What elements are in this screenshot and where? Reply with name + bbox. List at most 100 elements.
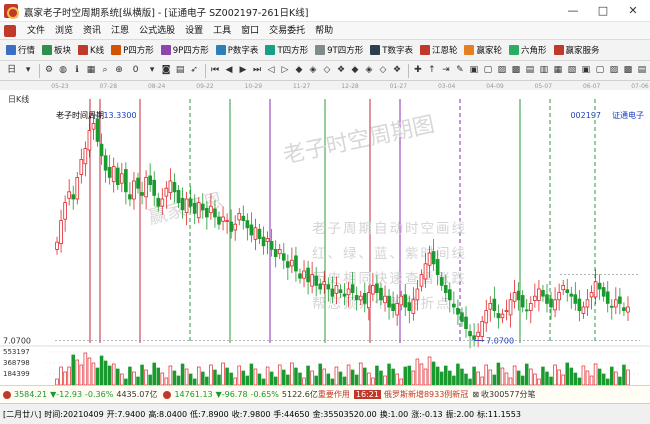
diamond-icon[interactable]: ◇ bbox=[321, 63, 333, 78]
diamond-icon[interactable]: ❖ bbox=[391, 63, 403, 78]
diamond-icon[interactable]: ◈ bbox=[307, 63, 319, 78]
forward-icon[interactable]: ⇥ bbox=[440, 63, 452, 78]
zoom-in-icon[interactable]: ⊕ bbox=[113, 63, 125, 78]
square-icon[interactable]: ▣ bbox=[580, 63, 592, 78]
toolbar-button-2[interactable]: K线 bbox=[75, 42, 107, 59]
minimize-button[interactable]: — bbox=[558, 2, 588, 20]
volume-bar bbox=[302, 377, 306, 386]
toolbar-button-4[interactable]: 9P四方形 bbox=[158, 42, 212, 59]
menu-gann[interactable]: 江恩 bbox=[106, 22, 134, 40]
candle-body bbox=[200, 203, 205, 211]
candle-body bbox=[253, 227, 258, 240]
gear-icon[interactable]: ⚙ bbox=[43, 63, 55, 78]
square-icon[interactable]: ▨ bbox=[496, 63, 508, 78]
menu-tools[interactable]: 工具 bbox=[208, 22, 236, 40]
zero-selector[interactable]: 0 bbox=[127, 63, 144, 78]
right-arrow-icon[interactable]: ▷ bbox=[279, 63, 291, 78]
dropdown-arrow-icon[interactable]: ▾ bbox=[146, 63, 158, 78]
toolbar-button-10[interactable]: 赢家轮 bbox=[461, 42, 505, 59]
toolbar-button-12[interactable]: 赢家服务 bbox=[551, 42, 603, 59]
camera-icon[interactable]: ◙ bbox=[160, 63, 172, 78]
square-icon[interactable]: ▦ bbox=[552, 63, 564, 78]
diamond-icon[interactable]: ◆ bbox=[293, 63, 305, 78]
toolbar-button-1[interactable]: 板块 bbox=[39, 42, 74, 59]
candle-body bbox=[541, 290, 545, 297]
menu-trade[interactable]: 交易委托 bbox=[264, 22, 310, 40]
volume-bar bbox=[516, 370, 521, 386]
date-tick-label: 06-07 bbox=[583, 83, 601, 90]
pen-icon[interactable]: ✎ bbox=[454, 63, 466, 78]
menu-news[interactable]: 资讯 bbox=[78, 22, 106, 40]
volume-bar bbox=[160, 372, 165, 386]
square-icon[interactable]: ▢ bbox=[594, 63, 606, 78]
toolbar-button-6[interactable]: T四方形 bbox=[262, 42, 311, 59]
news-ticker[interactable]: 俄罗斯新增8933例新冠 bbox=[384, 389, 468, 400]
up-arrow-icon[interactable]: ↑ bbox=[426, 63, 438, 78]
toolbar-button-label: T四方形 bbox=[277, 46, 309, 56]
arrow-icon[interactable]: ➶ bbox=[188, 63, 200, 78]
volume-bar bbox=[411, 370, 416, 386]
toolbar-button-label: 六角形 bbox=[520, 46, 547, 56]
volume-bar bbox=[184, 368, 189, 386]
diamond-icon[interactable]: ◇ bbox=[377, 63, 389, 78]
square-icon[interactable]: ▨ bbox=[608, 63, 620, 78]
menu-settings[interactable]: 设置 bbox=[180, 22, 208, 40]
last-icon[interactable]: ⏭ bbox=[251, 63, 263, 78]
crosshair-icon[interactable]: ✚ bbox=[412, 63, 424, 78]
diamond-icon[interactable]: ◈ bbox=[363, 63, 375, 78]
toolbar-button-11[interactable]: 六角形 bbox=[506, 42, 550, 59]
menu-file[interactable]: 文件 bbox=[22, 22, 50, 40]
info-icon[interactable]: ℹ bbox=[71, 63, 83, 78]
volume-bar bbox=[561, 374, 565, 386]
toolbar-button-0[interactable]: 行情 bbox=[3, 42, 38, 59]
volume-bar bbox=[395, 373, 399, 386]
forward-icon[interactable]: ▶ bbox=[237, 63, 249, 78]
candle-body bbox=[180, 197, 185, 211]
square-icon[interactable]: ▢ bbox=[482, 63, 494, 78]
diamond-icon[interactable]: ◆ bbox=[349, 63, 361, 78]
back-icon[interactable]: ◀ bbox=[223, 63, 235, 78]
toolbar-button-8[interactable]: T数字表 bbox=[367, 42, 416, 59]
date-tick-label: 11-27 bbox=[293, 83, 311, 90]
candle-body bbox=[452, 303, 456, 308]
toolbar-button-3[interactable]: P四方形 bbox=[108, 42, 157, 59]
candle-body bbox=[302, 270, 306, 279]
square-icon[interactable]: ▤ bbox=[636, 63, 648, 78]
close-button[interactable]: ✕ bbox=[618, 2, 648, 20]
candle-body bbox=[383, 295, 387, 304]
chart-icon[interactable]: ▤ bbox=[174, 63, 186, 78]
menu-browse[interactable]: 浏览 bbox=[50, 22, 78, 40]
chart-area[interactable]: 05-23 07-28 08-24 09-22 10-29 11-27 12-28 01-27… bbox=[0, 81, 650, 386]
square-icon[interactable]: ▩ bbox=[622, 63, 634, 78]
toolbar-button-7[interactable]: 9T四方形 bbox=[312, 42, 366, 59]
period-selector[interactable]: 日 bbox=[3, 63, 20, 78]
square-icon[interactable]: ▧ bbox=[566, 63, 578, 78]
kline-chart[interactable]: 05-23 07-28 08-24 09-22 10-29 11-27 12-28 01-27… bbox=[0, 81, 650, 386]
first-icon[interactable]: ⏮ bbox=[209, 63, 221, 78]
maximize-button[interactable]: □ bbox=[588, 2, 618, 20]
menu-bar: 文件 浏览 资讯 江恩 公式选股 设置 工具 窗口 交易委托 帮助 bbox=[0, 22, 650, 40]
menu-window[interactable]: 窗口 bbox=[236, 22, 264, 40]
toolbar-button-5[interactable]: P数字表 bbox=[213, 42, 262, 59]
toolbar-button-9[interactable]: 江恩轮 bbox=[417, 42, 461, 59]
square-icon[interactable]: ▣ bbox=[468, 63, 480, 78]
volume-bar bbox=[241, 370, 246, 386]
search-icon[interactable]: ⌕ bbox=[99, 63, 111, 78]
volume-bar bbox=[545, 371, 549, 386]
square-icon[interactable]: ▥ bbox=[538, 63, 550, 78]
square-icon[interactable]: ▩ bbox=[510, 63, 522, 78]
grid-icon[interactable]: ▦ bbox=[85, 63, 97, 78]
menu-formula[interactable]: 公式选股 bbox=[134, 22, 180, 40]
volume-bar bbox=[500, 367, 505, 386]
important-tag[interactable]: 重要作用 bbox=[318, 389, 350, 400]
diamond-icon[interactable]: ❖ bbox=[335, 63, 347, 78]
candle-body bbox=[573, 294, 578, 304]
candle-body bbox=[213, 208, 217, 218]
dropdown-arrow-icon[interactable]: ▾ bbox=[22, 63, 34, 78]
square-icon[interactable]: ▤ bbox=[524, 63, 536, 78]
settings-icon[interactable]: ◍ bbox=[57, 63, 69, 78]
volume-bar bbox=[403, 366, 408, 386]
menu-help[interactable]: 帮助 bbox=[310, 22, 338, 40]
candle-body bbox=[549, 298, 553, 308]
left-arrow-icon[interactable]: ◁ bbox=[265, 63, 277, 78]
